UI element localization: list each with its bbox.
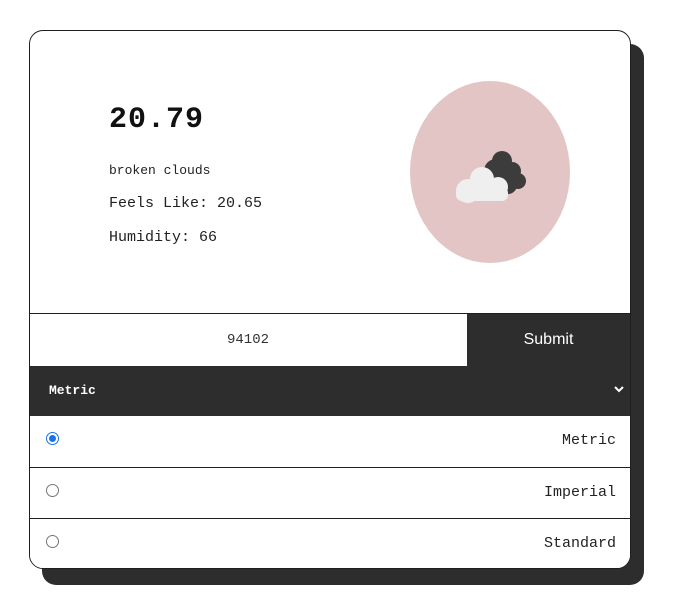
unit-option-standard[interactable]: Standard [30, 518, 630, 568]
radio-standard[interactable] [46, 535, 59, 548]
weather-panel: 20.79 broken clouds Feels Like: 20.65 Hu… [30, 31, 630, 313]
units-select[interactable]: Metric [30, 366, 630, 416]
zip-input[interactable] [30, 314, 466, 366]
units-select-value: Metric [49, 383, 96, 398]
radio-metric[interactable] [46, 432, 59, 445]
weather-description: broken clouds [109, 163, 211, 178]
weather-icon-badge [410, 81, 570, 263]
unit-option-label: Metric [561, 432, 616, 449]
unit-option-imperial[interactable]: Imperial [30, 467, 630, 517]
unit-option-metric[interactable]: Metric [30, 416, 630, 466]
cloud-icon [456, 151, 526, 203]
temperature-value: 20.79 [109, 103, 205, 137]
unit-option-label: Imperial [543, 484, 616, 501]
radio-imperial[interactable] [46, 484, 59, 497]
search-row: Submit [30, 313, 630, 366]
humidity-text: Humidity: 66 [109, 229, 218, 246]
chevron-down-icon [614, 386, 624, 393]
submit-button[interactable]: Submit [467, 314, 630, 366]
weather-card: 20.79 broken clouds Feels Like: 20.65 Hu… [29, 30, 631, 569]
feels-like-text: Feels Like: 20.65 [109, 195, 263, 212]
unit-option-label: Standard [543, 535, 616, 552]
